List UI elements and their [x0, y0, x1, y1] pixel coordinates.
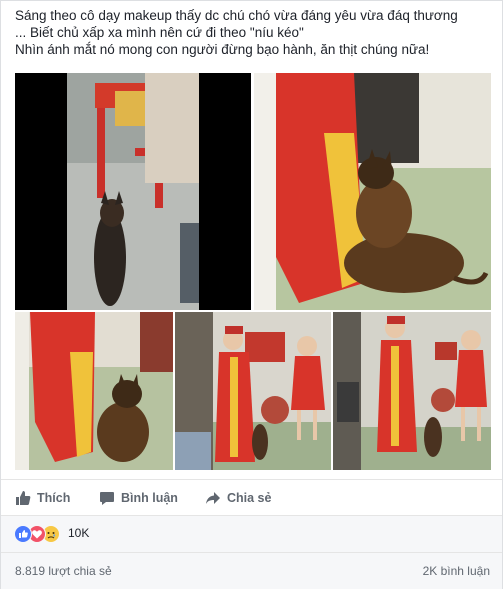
- comment-icon: [99, 490, 115, 506]
- post-photo-3[interactable]: [15, 312, 173, 470]
- dog-photo-icon: [254, 73, 491, 310]
- post-action-bar: Thích Bình luận Chia sẻ: [1, 479, 502, 516]
- post-photo-2[interactable]: [254, 73, 491, 310]
- reactions-bar[interactable]: 10K: [1, 515, 502, 552]
- comment-button[interactable]: Bình luận: [99, 489, 178, 507]
- post-photo-4[interactable]: [175, 312, 331, 470]
- post-photo-5[interactable]: [333, 312, 491, 470]
- people-photo-icon: [333, 312, 491, 470]
- share-icon: [205, 490, 221, 506]
- share-label: Chia sẻ: [227, 491, 272, 505]
- comment-label: Bình luận: [121, 491, 178, 505]
- share-count[interactable]: 8.819 lượt chia sẻ: [15, 564, 112, 578]
- thumbs-up-icon: [15, 490, 31, 506]
- comment-count[interactable]: 2K bình luận: [423, 564, 490, 578]
- dog-photo-icon: [15, 73, 251, 310]
- people-photo-icon: [175, 312, 331, 470]
- post-photo-1[interactable]: [15, 73, 251, 310]
- post-text-line: ... Biết chủ xấp xa mình nên cứ đi theo …: [15, 25, 304, 40]
- reaction-count[interactable]: 10K: [68, 526, 89, 540]
- share-button[interactable]: Chia sẻ: [205, 489, 271, 507]
- like-button[interactable]: Thích: [15, 489, 70, 507]
- dog-photo-icon: [15, 312, 173, 470]
- post-text-line: Sáng theo cô dạy makeup thấy dc chú chó …: [15, 8, 458, 23]
- post-stats-footer: 8.819 lượt chia sẻ 2K bình luận: [1, 552, 502, 589]
- like-label: Thích: [37, 491, 71, 505]
- post-text: Sáng theo cô dạy makeup thấy dc chú chó …: [15, 7, 495, 58]
- reaction-icons: [14, 525, 66, 543]
- post-text-line: Nhìn ánh mắt nó mong con người đừng bạo …: [15, 42, 430, 57]
- like-icon: [14, 525, 32, 543]
- post-card: Sáng theo cô dạy makeup thấy dc chú chó …: [0, 0, 503, 589]
